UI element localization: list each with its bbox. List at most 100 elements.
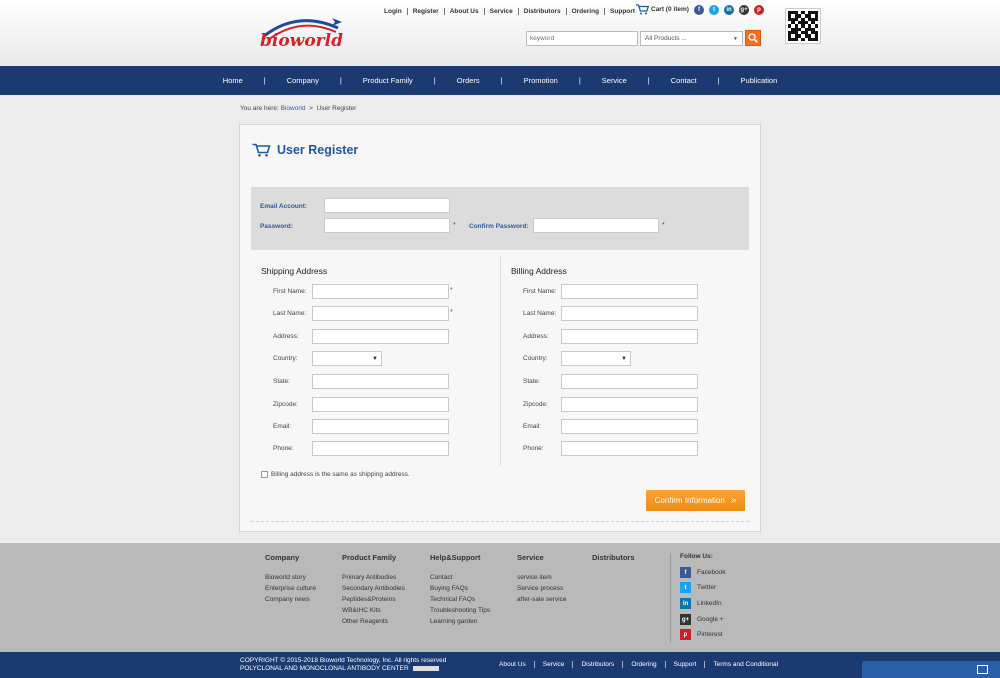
required-mark: * (450, 309, 453, 316)
google-plus-icon[interactable]: g+ (739, 5, 749, 15)
password-input[interactable] (324, 218, 450, 233)
cnzz-badge[interactable] (412, 665, 439, 671)
billing-country-select[interactable]: ▼ (561, 351, 631, 366)
chat-widget-bar[interactable] (862, 661, 1000, 678)
linkedin-icon[interactable]: in (724, 5, 734, 15)
footer-link[interactable]: Troubleshooting Tips (430, 605, 490, 616)
cart-link[interactable]: Cart (0 item) (636, 4, 689, 15)
nav-publication[interactable]: Publication (720, 76, 799, 85)
toplink-about-us[interactable]: About Us (445, 7, 485, 15)
toplink-ordering[interactable]: Ordering (567, 7, 606, 15)
main-nav: Home | Company | Product Family | Orders | P… (0, 66, 1000, 95)
search-button[interactable] (745, 30, 761, 46)
billing-address-label: Address: (523, 333, 549, 340)
footer-link[interactable]: Service process (517, 583, 567, 594)
page-title: User Register (252, 143, 358, 157)
copyright-line-1: COPYRIGHT © 2015-2018 Bioworld Technolog… (240, 657, 447, 664)
billing-state-input[interactable] (561, 374, 698, 389)
billing-phone-input[interactable] (561, 441, 698, 456)
password-label: Password: (260, 223, 293, 230)
follow-label: LinkedIn (697, 600, 722, 607)
nav-home[interactable]: Home (202, 76, 264, 85)
footer-link[interactable]: Enterprise culture (265, 583, 316, 594)
footer-link[interactable]: WB&IHC Kits (342, 605, 405, 616)
footer-link[interactable]: Bioworld story (265, 572, 316, 583)
twitter-icon[interactable]: t (709, 5, 719, 15)
bottom-bar: COPYRIGHT © 2015-2018 Bioworld Technolog… (0, 652, 1000, 678)
bioworld-logo[interactable]: bioworld (258, 14, 350, 54)
footer-link[interactable]: Learning garden (430, 616, 490, 627)
shipping-state-input[interactable] (312, 374, 449, 389)
footer-distributors-heading[interactable]: Distributors (592, 553, 635, 562)
footer-link[interactable]: Company news (265, 594, 316, 605)
nav-promotion[interactable]: Promotion (503, 76, 579, 85)
shipping-first-name-input[interactable] (312, 284, 449, 299)
required-mark: * (662, 222, 665, 229)
chat-window-icon[interactable] (977, 665, 988, 674)
shipping-phone-input[interactable] (312, 441, 449, 456)
nav-service[interactable]: Service (581, 76, 648, 85)
follow-us-title: Follow Us: (680, 553, 713, 560)
billing-last-name-input[interactable] (561, 306, 698, 321)
billing-address-input[interactable] (561, 329, 698, 344)
billing-zipcode-input[interactable] (561, 397, 698, 412)
shipping-zipcode-input[interactable] (312, 397, 449, 412)
bottom-link-support[interactable]: Support (666, 661, 706, 668)
confirm-information-button[interactable]: Confirm Information » (646, 490, 745, 511)
footer-link[interactable]: Primary Antibodies (342, 572, 405, 583)
footer-link[interactable]: Other Reagents (342, 616, 405, 627)
shipping-last-name-input[interactable] (312, 306, 449, 321)
billing-phone-label: Phone: (523, 445, 544, 452)
category-select[interactable]: All Products ... ▼ (640, 31, 743, 46)
bottom-link-terms[interactable]: Terms and Conditional (705, 661, 778, 668)
bottom-link-service[interactable]: Service (535, 661, 574, 668)
bottom-link-about-us[interactable]: About Us (499, 661, 535, 668)
nav-product-family[interactable]: Product Family (342, 76, 434, 85)
confirm-password-input[interactable] (533, 218, 659, 233)
breadcrumb-current: User Register (316, 105, 357, 112)
footer-link[interactable]: Peptides&Proteins (342, 594, 405, 605)
footer-link[interactable]: service item (517, 572, 567, 583)
dropdown-arrow-icon: ▼ (621, 355, 627, 362)
follow-label: Google + (697, 616, 724, 623)
toplink-service[interactable]: Service (485, 7, 519, 15)
billing-first-name-input[interactable] (561, 284, 698, 299)
bottom-link-ordering[interactable]: Ordering (623, 661, 666, 668)
bottom-link-distributors[interactable]: Distributors (573, 661, 624, 668)
search-input[interactable] (526, 31, 638, 46)
toplink-register[interactable]: Register (408, 7, 445, 15)
footer-link[interactable]: after-sale service (517, 594, 567, 605)
billing-email-input[interactable] (561, 419, 698, 434)
shipping-address-label: Address: (273, 333, 299, 340)
same-address-checkbox[interactable] (261, 471, 268, 478)
top-links: Login Register About Us Service Distribu… (384, 6, 640, 16)
nav-company[interactable]: Company (266, 76, 340, 85)
follow-facebook[interactable]: f Facebook (680, 567, 726, 578)
breadcrumb-home-link[interactable]: Bioworld (281, 105, 306, 112)
billing-country-label: Country: (523, 355, 548, 362)
shipping-country-select[interactable]: ▼ (312, 351, 382, 366)
follow-google-plus[interactable]: g+ Google + (680, 614, 724, 625)
email-account-input[interactable] (324, 198, 450, 213)
billing-zipcode-label: Zipcode: (523, 401, 548, 408)
google-plus-icon: g+ (680, 614, 691, 625)
toplink-distributors[interactable]: Distributors (519, 7, 567, 15)
nav-contact[interactable]: Contact (650, 76, 718, 85)
pinterest-icon[interactable]: p (754, 5, 764, 15)
copyright: COPYRIGHT © 2015-2018 Bioworld Technolog… (240, 657, 446, 673)
shipping-email-input[interactable] (312, 419, 449, 434)
follow-twitter[interactable]: t Twitter (680, 582, 716, 593)
footer-help-support-heading: Help&Support (430, 553, 481, 562)
footer-link[interactable]: Contact (430, 572, 490, 583)
toplink-support[interactable]: Support (605, 8, 640, 15)
toplink-login[interactable]: Login (384, 7, 408, 15)
footer-link[interactable]: Technical FAQs (430, 594, 490, 605)
shipping-address-input[interactable] (312, 329, 449, 344)
follow-pinterest[interactable]: p Pinterest (680, 629, 723, 640)
footer-link[interactable]: Secondary Antibodies (342, 583, 405, 594)
facebook-icon[interactable]: f (694, 5, 704, 15)
follow-linkedin[interactable]: in LinkedIn (680, 598, 722, 609)
nav-orders[interactable]: Orders (436, 76, 501, 85)
billing-first-name-label: First Name: (523, 288, 557, 295)
footer-link[interactable]: Buying FAQs (430, 583, 490, 594)
